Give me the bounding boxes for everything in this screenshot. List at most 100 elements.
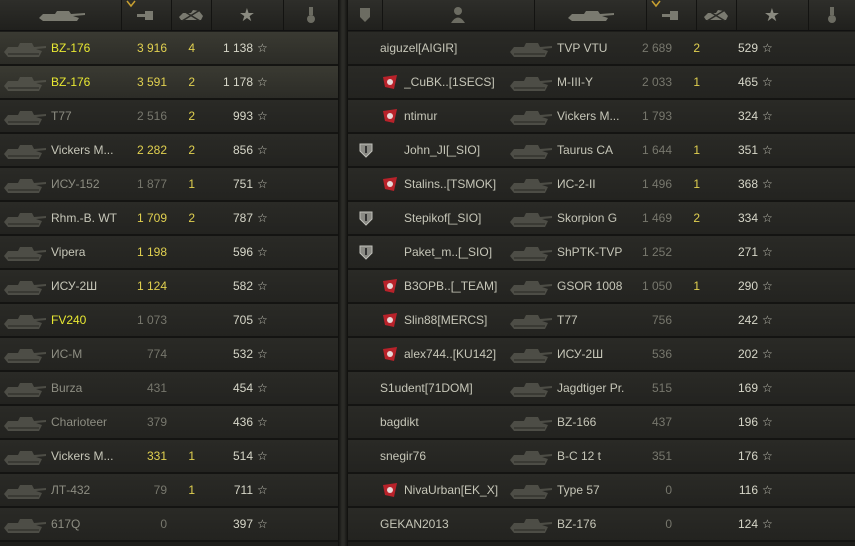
star-icon: ☆	[257, 381, 268, 395]
sort-by-damage-header[interactable]	[121, 0, 172, 30]
xp-value: 202	[737, 347, 758, 361]
player-row[interactable]: GEKAN2013 BZ-176 0 124 ☆	[348, 508, 855, 542]
vehicle-name: Vickers M...	[51, 143, 114, 157]
player-row[interactable]: FV240 1 073 705 ☆	[0, 304, 338, 338]
player-row[interactable]: 617Q 0 397 ☆	[0, 508, 338, 542]
sort-by-vehicle-header[interactable]	[0, 0, 122, 30]
kills-value	[171, 304, 195, 336]
damage-value: 515	[651, 381, 672, 395]
right-team-panel: ★ aiguzel[AIGIR] TVP VTU 2 689 2 529 ☆ _CuBK..…	[348, 0, 855, 546]
kills-value	[171, 508, 195, 540]
tank-silhouette-icon	[4, 315, 46, 329]
player-row[interactable]: Vipera 1 198 596 ☆	[0, 236, 338, 270]
sort-by-damage-header[interactable]	[646, 0, 697, 30]
player-row[interactable]: _CuBK..[1SECS] M-III-Y 2 033 1 465 ☆	[348, 66, 855, 100]
sort-by-medals-header[interactable]	[283, 0, 338, 30]
sort-by-vehicle-header[interactable]	[534, 0, 647, 30]
clan-emblem-icon	[383, 483, 397, 497]
player-row[interactable]: ntimur Vickers M... 1 793 324 ☆	[348, 100, 855, 134]
player-row[interactable]: Stepikof[_SIO] Skorpion G1 469 2 334 ☆	[348, 202, 855, 236]
damage-value: 1 124	[136, 279, 167, 293]
xp-value: 596	[232, 245, 253, 259]
player-row[interactable]: Stalins..[TSMOK] ИС-2-II 1 496 1 368 ☆	[348, 168, 855, 202]
player-row[interactable]: John_JI[_SIO] Taurus CA 1 644 1 351 ☆	[348, 134, 855, 168]
sort-by-medals-header[interactable]	[808, 0, 855, 30]
sort-by-kills-header[interactable]	[696, 0, 737, 30]
player-row[interactable]: S1udent[71DOM] Jagdtiger Pr. 515 169 ☆	[348, 372, 855, 406]
vehicle-name: Burza	[51, 381, 83, 395]
damage-value: 0	[665, 517, 672, 531]
xp-value: 993	[232, 109, 253, 123]
destroyed-tank-icon	[704, 9, 728, 22]
shield-icon	[359, 211, 373, 226]
sort-by-player-header[interactable]	[382, 0, 535, 30]
kills-value: 2	[188, 75, 195, 89]
kills-value: 2	[188, 211, 195, 225]
xp-value: 454	[232, 381, 253, 395]
player-row[interactable]: BZ-176 3 591 2 1 178 ☆	[0, 66, 338, 100]
player-row[interactable]: BZ-176 3 916 4 1 138 ☆	[0, 32, 338, 66]
star-icon: ☆	[762, 279, 773, 293]
player-row[interactable]: alex744..[KU142] ИСУ-2Ш 536 202 ☆	[348, 338, 855, 372]
player-row[interactable]: T77 2 516 2 993 ☆	[0, 100, 338, 134]
sort-by-xp-header[interactable]: ★	[736, 0, 809, 30]
player-row[interactable]: Vickers M... 2 282 2 856 ☆	[0, 134, 338, 168]
player-row[interactable]: Burza 431 454 ☆	[0, 372, 338, 406]
player-row[interactable]: Rhm.-B. WT 1 709 2 787 ☆	[0, 202, 338, 236]
star-icon: ☆	[762, 177, 773, 191]
vehicle-name: Vipera	[51, 245, 86, 259]
player-row[interactable]: Vickers M... 331 1 514 ☆	[0, 440, 338, 474]
tank-silhouette-icon	[510, 519, 552, 533]
vehicle-name: BZ-176	[51, 41, 91, 55]
xp-value: 397	[232, 517, 253, 531]
vehicle-name: T77	[51, 109, 72, 123]
tank-silhouette-icon	[4, 519, 46, 533]
xp-value: 1 178	[222, 75, 253, 89]
player-row[interactable]: Slin88[MERCS] T77 756 242 ☆	[348, 304, 855, 338]
player-name: alex744..[KU142]	[404, 347, 497, 361]
damage-value: 0	[160, 517, 167, 531]
player-row[interactable]: ИС-М 774 532 ☆	[0, 338, 338, 372]
kills-value: 1	[693, 75, 700, 89]
star-icon: ☆	[762, 109, 773, 123]
player-row[interactable]: ИСУ-152 1 877 1 751 ☆	[0, 168, 338, 202]
destroyed-tank-icon	[179, 9, 203, 22]
star-icon: ☆	[762, 313, 773, 327]
damage-value: 3 591	[136, 75, 167, 89]
damage-icon	[137, 11, 153, 20]
star-icon: ☆	[257, 211, 268, 225]
sort-arrow-icon	[126, 0, 136, 8]
xp-value: 242	[737, 313, 758, 327]
damage-value: 2 282	[136, 143, 167, 157]
player-row[interactable]: ИСУ-2Ш 1 124 582 ☆	[0, 270, 338, 304]
star-icon: ☆	[257, 109, 268, 123]
player-row[interactable]: Charioteer 379 436 ☆	[0, 406, 338, 440]
sort-by-xp-header[interactable]: ★	[211, 0, 284, 30]
vehicle-name: ИС-М	[51, 347, 83, 361]
player-row[interactable]: aiguzel[AIGIR] TVP VTU 2 689 2 529 ☆	[348, 32, 855, 66]
sort-by-badge-header[interactable]	[348, 0, 383, 30]
damage-value: 2 033	[641, 75, 672, 89]
kills-value	[171, 270, 195, 302]
player-row[interactable]: bagdikt BZ-166 437 196 ☆	[348, 406, 855, 440]
kills-value	[678, 236, 700, 268]
player-row[interactable]: B3OPB..[_TEAM] GSOR 1008 1 050 1 290 ☆	[348, 270, 855, 304]
player-row[interactable]: Paket_m..[_SIO] ShPTK-TVP 1 252 271 ☆	[348, 236, 855, 270]
player-name: Stalins..[TSMOK]	[404, 177, 497, 191]
damage-value: 437	[651, 415, 672, 429]
player-row[interactable]: ЛТ-432 79 1 711 ☆	[0, 474, 338, 508]
shield-icon	[359, 245, 373, 260]
sort-by-kills-header[interactable]	[171, 0, 212, 30]
star-icon: ☆	[762, 211, 773, 225]
xp-value: 532	[232, 347, 253, 361]
damage-value: 351	[651, 449, 672, 463]
right-team-header: ★	[348, 0, 855, 31]
xp-value: 1 138	[222, 41, 253, 55]
tank-icon	[568, 11, 614, 21]
damage-value: 1 198	[136, 245, 167, 259]
player-row[interactable]: NivaUrban[EK_X] Type 57 0 116 ☆	[348, 474, 855, 508]
star-icon: ☆	[762, 75, 773, 89]
player-name: Stepikof[_SIO]	[404, 211, 482, 225]
player-row[interactable]: snegir76 B-C 12 t 351 176 ☆	[348, 440, 855, 474]
star-icon: ☆	[257, 143, 268, 157]
